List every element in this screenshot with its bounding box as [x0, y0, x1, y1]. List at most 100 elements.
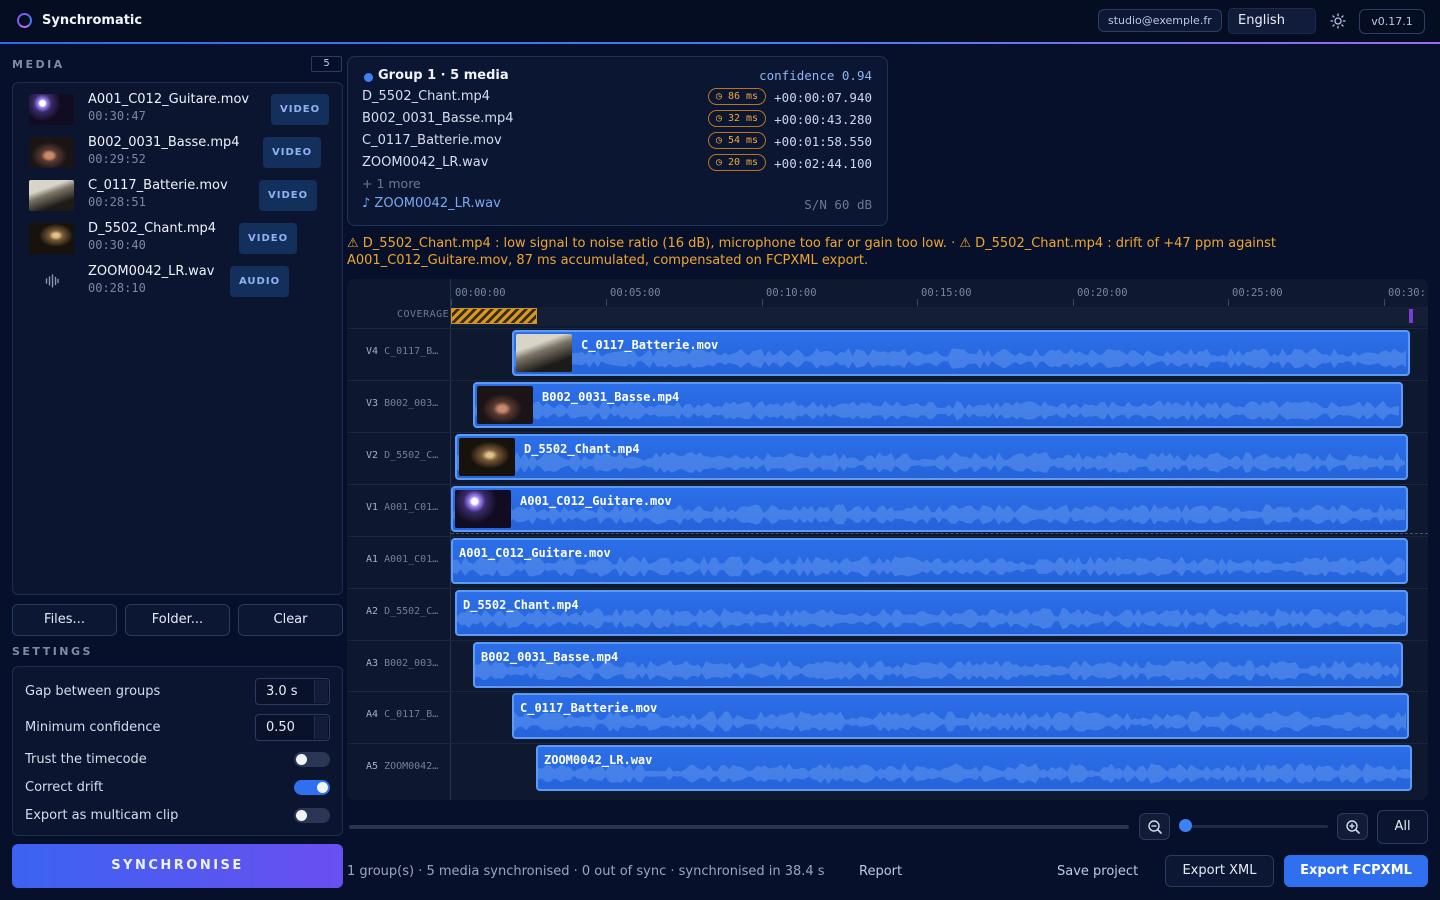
toggle-knob: [296, 754, 307, 765]
ruler-tick-mark: [606, 299, 607, 306]
clip-title: A001_C012_Guitare.mov: [459, 546, 611, 560]
export-fcpxml-button[interactable]: Export FCPXML: [1284, 855, 1428, 887]
clip-thumbnail: [477, 386, 533, 424]
multicam-toggle[interactable]: [294, 808, 330, 823]
timeline[interactable]: 00:00:00 00:05:00 00:10:00 00:15:00 00:20:00…: [347, 279, 1428, 800]
top-bar: Synchromatic studio@exemple.fr English v…: [0, 0, 1440, 43]
media-type-badge: VIDEO: [259, 180, 318, 211]
account-badge[interactable]: studio@exemple.fr: [1098, 9, 1222, 32]
media-list: A001_C012_Guitare.mov 00:30:47 VIDEO B00…: [12, 82, 343, 595]
ruler-tick-label: 00:00:00: [455, 287, 506, 299]
trust-timecode-toggle[interactable]: [294, 752, 330, 767]
track-separator: [347, 328, 1428, 329]
zoom-slider-track[interactable]: [1185, 825, 1328, 828]
track-separator: [347, 691, 1428, 692]
group-snr: S/N 60 dB: [804, 197, 872, 212]
media-count-badge: 5: [311, 56, 342, 72]
media-item[interactable]: A001_C012_Guitare.mov 00:30:47 VIDEO: [29, 92, 330, 132]
track-short-name: D_5502_C…: [384, 606, 439, 617]
clip-title: D_5502_Chant.mp4: [524, 442, 640, 456]
save-project-button[interactable]: Save project: [1057, 864, 1138, 879]
media-duration: 00:29:52: [88, 152, 146, 166]
group-row-offset: +00:02:44.100: [774, 156, 872, 171]
folder-button[interactable]: Folder...: [125, 604, 230, 636]
zoom-out-button[interactable]: [1139, 813, 1170, 840]
confidence-stepper[interactable]: [314, 716, 328, 739]
zoom-out-icon: [1148, 820, 1162, 834]
clip-title: D_5502_Chant.mp4: [463, 598, 579, 612]
media-duration: 00:28:10: [88, 281, 146, 295]
gap-stepper[interactable]: [314, 680, 328, 703]
track-short-name: A001_C01…: [384, 502, 439, 513]
track-id: V2: [366, 450, 385, 461]
drift-badge: ◷ 86 ms: [708, 88, 766, 105]
group-more-link[interactable]: + 1 more: [362, 176, 421, 191]
media-item[interactable]: ZOOM0042_LR.wav 00:28:10 AUDIO: [29, 264, 329, 304]
media-item[interactable]: B002_0031_Basse.mp4 00:29:52 VIDEO: [29, 135, 329, 175]
language-select[interactable]: English: [1228, 8, 1316, 34]
ruler-tick-mark: [762, 299, 763, 306]
confidence-input[interactable]: 0.50: [255, 714, 330, 741]
zoom-in-button[interactable]: [1337, 813, 1368, 840]
clip-thumbnail: [516, 334, 572, 372]
track-separator: [347, 588, 1428, 589]
warning-message: ⚠ D_5502_Chant.mp4 : low signal to noise…: [347, 236, 1277, 268]
zoom-in-icon: [1346, 820, 1360, 834]
group-row-name: C_0117_Batterie.mov: [362, 133, 502, 148]
timeline-clip[interactable]: A001_C012_Guitare.mov: [451, 486, 1408, 532]
track-id: V4: [366, 346, 385, 357]
track-separator: [347, 380, 1428, 381]
media-name: C_0117_Batterie.mov: [88, 178, 228, 193]
timeline-clip[interactable]: B002_0031_Basse.mp4: [473, 382, 1403, 428]
group-card[interactable]: Group 1 · 5 media confidence 0.94 D_5502…: [347, 56, 888, 226]
files-button[interactable]: Files...: [12, 604, 117, 636]
media-thumbnail: [29, 137, 74, 168]
zoom-slider-handle[interactable]: [1179, 819, 1192, 832]
report-link[interactable]: Report: [859, 864, 902, 879]
coverage-label: COVERAGE: [397, 309, 450, 320]
media-item[interactable]: D_5502_Chant.mp4 00:30:40 VIDEO: [29, 221, 329, 261]
track-label: A5 ZOOM0042…: [366, 761, 438, 772]
group-audio-reference[interactable]: ♪ ZOOM0042_LR.wav: [362, 196, 501, 211]
settings-section-title: SETTINGS: [12, 645, 93, 658]
timeline-clip[interactable]: C_0117_Batterie.mov: [512, 693, 1409, 739]
correct-drift-toggle[interactable]: [294, 780, 330, 795]
track-short-name: ZOOM0042…: [384, 761, 439, 772]
group-row-offset: +00:01:58.550: [774, 134, 872, 149]
gap-input[interactable]: 3.0 s: [255, 678, 330, 705]
media-duration: 00:30:40: [88, 238, 146, 252]
clip-title: B002_0031_Basse.mp4: [481, 650, 619, 664]
app-title: Synchromatic: [42, 13, 143, 28]
synchronise-button[interactable]: SYNCHRONISE: [12, 844, 343, 888]
group-confidence: confidence 0.94: [759, 68, 872, 83]
media-name: D_5502_Chant.mp4: [88, 221, 217, 236]
timeline-clip[interactable]: ZOOM0042_LR.wav: [536, 745, 1412, 791]
media-item[interactable]: C_0117_Batterie.mov 00:28:51 VIDEO: [29, 178, 329, 218]
timeline-clip[interactable]: A001_C012_Guitare.mov: [451, 538, 1408, 584]
toggle-knob: [296, 810, 307, 821]
drift-badge: ◷ 20 ms: [708, 154, 766, 171]
media-duration: 00:28:51: [88, 195, 146, 209]
export-xml-button[interactable]: Export XML: [1165, 855, 1274, 887]
group-row-name: ZOOM0042_LR.wav: [362, 155, 489, 170]
timeline-clip[interactable]: C_0117_Batterie.mov: [512, 330, 1410, 376]
video-audio-divider: [451, 533, 1428, 534]
media-thumbnail: [29, 180, 74, 211]
media-section-title: MEDIA: [12, 58, 65, 71]
track-separator: [347, 743, 1428, 744]
zoom-all-button[interactable]: All: [1377, 810, 1428, 844]
clip-thumbnail: [459, 438, 515, 476]
timeline-clip[interactable]: D_5502_Chant.mp4: [455, 590, 1408, 636]
sun-icon[interactable]: [1330, 13, 1346, 29]
ruler-tick-label: 00:10:00: [766, 287, 817, 299]
timeline-scrollbar[interactable]: [349, 825, 1129, 829]
track-label: V3 B002_003…: [366, 398, 438, 409]
clip-title: C_0117_Batterie.mov: [581, 338, 719, 352]
group-row-name: B002_0031_Basse.mp4: [362, 111, 514, 126]
clear-button[interactable]: Clear: [238, 604, 343, 636]
ruler-tick-mark: [451, 299, 452, 306]
media-duration: 00:30:47: [88, 109, 146, 123]
timeline-clip[interactable]: B002_0031_Basse.mp4: [473, 642, 1403, 688]
track-id: A2: [366, 606, 385, 617]
timeline-clip[interactable]: D_5502_Chant.mp4: [455, 434, 1408, 480]
